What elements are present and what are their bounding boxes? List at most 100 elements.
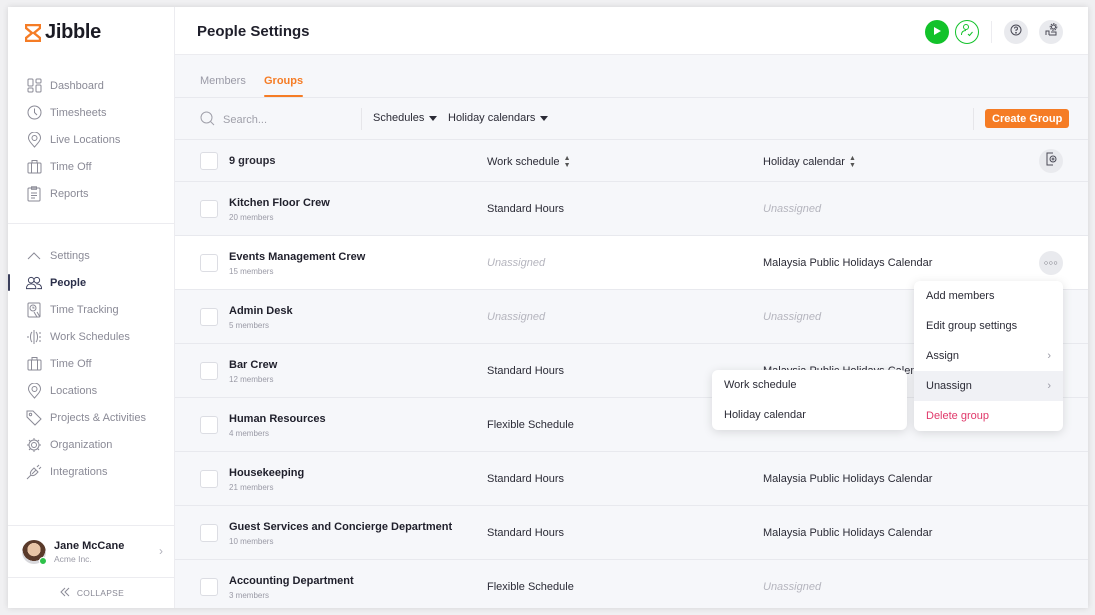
location-pin-icon (26, 382, 42, 399)
nav-projects-activities[interactable]: Projects & Activities (8, 404, 175, 431)
avatar (22, 539, 47, 565)
member-count: 3 members (229, 591, 270, 600)
menu-item-add-members[interactable]: Add members (914, 281, 1063, 311)
holiday-calendar-cell: Unassigned (763, 203, 822, 215)
nav-label: Projects & Activities (50, 411, 146, 424)
nav-time-off[interactable]: Time Off (8, 153, 175, 180)
divider (361, 108, 362, 130)
logo[interactable]: Jibble (24, 21, 101, 44)
user-profile[interactable]: Jane McCane Acme Inc. › (8, 525, 175, 577)
nav-label: Time Tracking (50, 303, 119, 316)
tab-groups[interactable]: Groups (264, 75, 304, 97)
select-all-checkbox[interactable] (200, 152, 218, 170)
main-content: People Settings Members Groups Search... (175, 7, 1088, 608)
divider (973, 108, 974, 130)
tab-members[interactable]: Members (200, 75, 246, 87)
nav-reports[interactable]: Reports (8, 180, 175, 207)
filter-label: Schedules (373, 112, 425, 124)
row-checkbox[interactable] (200, 308, 218, 326)
nav-people[interactable]: People (8, 269, 175, 296)
toolbar: Search... Schedules Holiday calendars Cr… (175, 98, 1088, 140)
group-name[interactable]: Guest Services and Concierge Department (229, 521, 452, 533)
settings-toggle[interactable]: Settings (8, 242, 175, 269)
row-checkbox[interactable] (200, 200, 218, 218)
group-count: 9 groups (229, 155, 275, 167)
time-tracking-icon (26, 302, 42, 318)
nav-label: Locations (50, 384, 98, 397)
nav-label: Timesheets (50, 106, 107, 119)
holiday-calendar-cell: Malaysia Public Holidays Calendar (763, 527, 933, 539)
schedules-filter[interactable]: Schedules (373, 112, 438, 124)
nav-organization[interactable]: Organization (8, 431, 175, 458)
table-row[interactable]: Housekeeping 21 members Standard Hours Mala… (175, 452, 1088, 506)
org-settings-button[interactable] (1039, 20, 1063, 44)
nav-label: Reports (50, 187, 89, 200)
gear-icon (26, 437, 42, 453)
work-schedule-cell: Flexible Schedule (487, 581, 574, 593)
group-name[interactable]: Housekeeping (229, 467, 304, 479)
work-schedule-cell: Standard Hours (487, 365, 565, 377)
nav-label: Settings (50, 249, 90, 262)
nav-integrations[interactable]: Integrations (8, 458, 175, 485)
online-status-icon (39, 556, 47, 565)
collapse-button[interactable]: COLLAPSE (8, 577, 175, 608)
row-checkbox[interactable] (200, 470, 218, 488)
help-icon (1010, 23, 1022, 41)
menu-item-delete-group[interactable]: Delete group (914, 401, 1063, 431)
play-icon (932, 23, 942, 41)
chevron-right-icon: › (159, 544, 163, 558)
group-name[interactable]: Accounting Department (229, 575, 354, 587)
holiday-calendar-cell: Malaysia Public Holidays Calendar (763, 473, 933, 485)
row-checkbox[interactable] (200, 524, 218, 542)
user-check-icon (960, 23, 974, 42)
header: People Settings (175, 7, 1088, 55)
menu-item-assign[interactable]: Assign › (914, 341, 1063, 371)
nav-live-locations[interactable]: Live Locations (8, 126, 175, 153)
menu-item-unassign[interactable]: Unassign › (914, 371, 1063, 401)
dashboard-icon (26, 78, 42, 94)
row-checkbox[interactable] (200, 254, 218, 272)
chevron-right-icon: › (1047, 350, 1051, 362)
group-count-label: 9 groups (229, 155, 276, 167)
nav-label: Organization (50, 438, 113, 451)
double-chevron-left-icon (59, 587, 71, 599)
start-timer-button[interactable] (925, 20, 949, 44)
people-icon (26, 275, 42, 291)
column-holiday-calendar[interactable]: Holiday calendar ▲ ▼ (763, 155, 856, 169)
export-button[interactable] (1039, 149, 1063, 173)
nav-time-tracking[interactable]: Time Tracking (8, 296, 175, 323)
nav-settings-time-off[interactable]: Time Off (8, 350, 175, 377)
user-name: Jane McCane (54, 539, 125, 552)
search-input[interactable]: Search... (200, 111, 267, 129)
help-button[interactable] (1004, 20, 1028, 44)
group-name[interactable]: Admin Desk (229, 305, 293, 317)
nav-timesheets[interactable]: Timesheets (8, 99, 175, 126)
submenu-item-work-schedule[interactable]: Work schedule (712, 370, 907, 400)
holiday-calendars-filter[interactable]: Holiday calendars (448, 112, 549, 124)
group-name[interactable]: Bar Crew (229, 359, 277, 371)
table-row[interactable]: Guest Services and Concierge Department 1… (175, 506, 1088, 560)
chevron-up-icon (26, 248, 42, 264)
table-row[interactable]: Accounting Department 3 members Flexible S… (175, 560, 1088, 608)
clock-icon (26, 105, 42, 121)
member-count: 21 members (229, 483, 274, 492)
group-name[interactable]: Kitchen Floor Crew (229, 197, 330, 209)
clock-in-user-button[interactable] (955, 20, 979, 44)
row-checkbox[interactable] (200, 416, 218, 434)
group-context-menu: Add members Edit group settings Assign › … (914, 281, 1063, 431)
more-options-button[interactable]: ○○○ (1039, 251, 1063, 275)
nav-label: Work Schedules (50, 330, 130, 343)
holiday-calendar-cell: Malaysia Public Holidays Calendar (763, 257, 933, 269)
group-name[interactable]: Human Resources (229, 413, 326, 425)
column-work-schedule[interactable]: Work schedule ▲ ▼ (487, 155, 571, 169)
submenu-item-holiday-calendar[interactable]: Holiday calendar (712, 400, 907, 430)
menu-item-edit-group-settings[interactable]: Edit group settings (914, 311, 1063, 341)
group-name[interactable]: Events Management Crew (229, 251, 365, 263)
nav-work-schedules[interactable]: Work Schedules (8, 323, 175, 350)
nav-dashboard[interactable]: Dashboard (8, 72, 175, 99)
nav-locations[interactable]: Locations (8, 377, 175, 404)
create-group-button[interactable]: Create Group (985, 109, 1070, 128)
row-checkbox[interactable] (200, 362, 218, 380)
table-row[interactable]: Kitchen Floor Crew 20 members Standard Hou… (175, 182, 1088, 236)
row-checkbox[interactable] (200, 578, 218, 596)
